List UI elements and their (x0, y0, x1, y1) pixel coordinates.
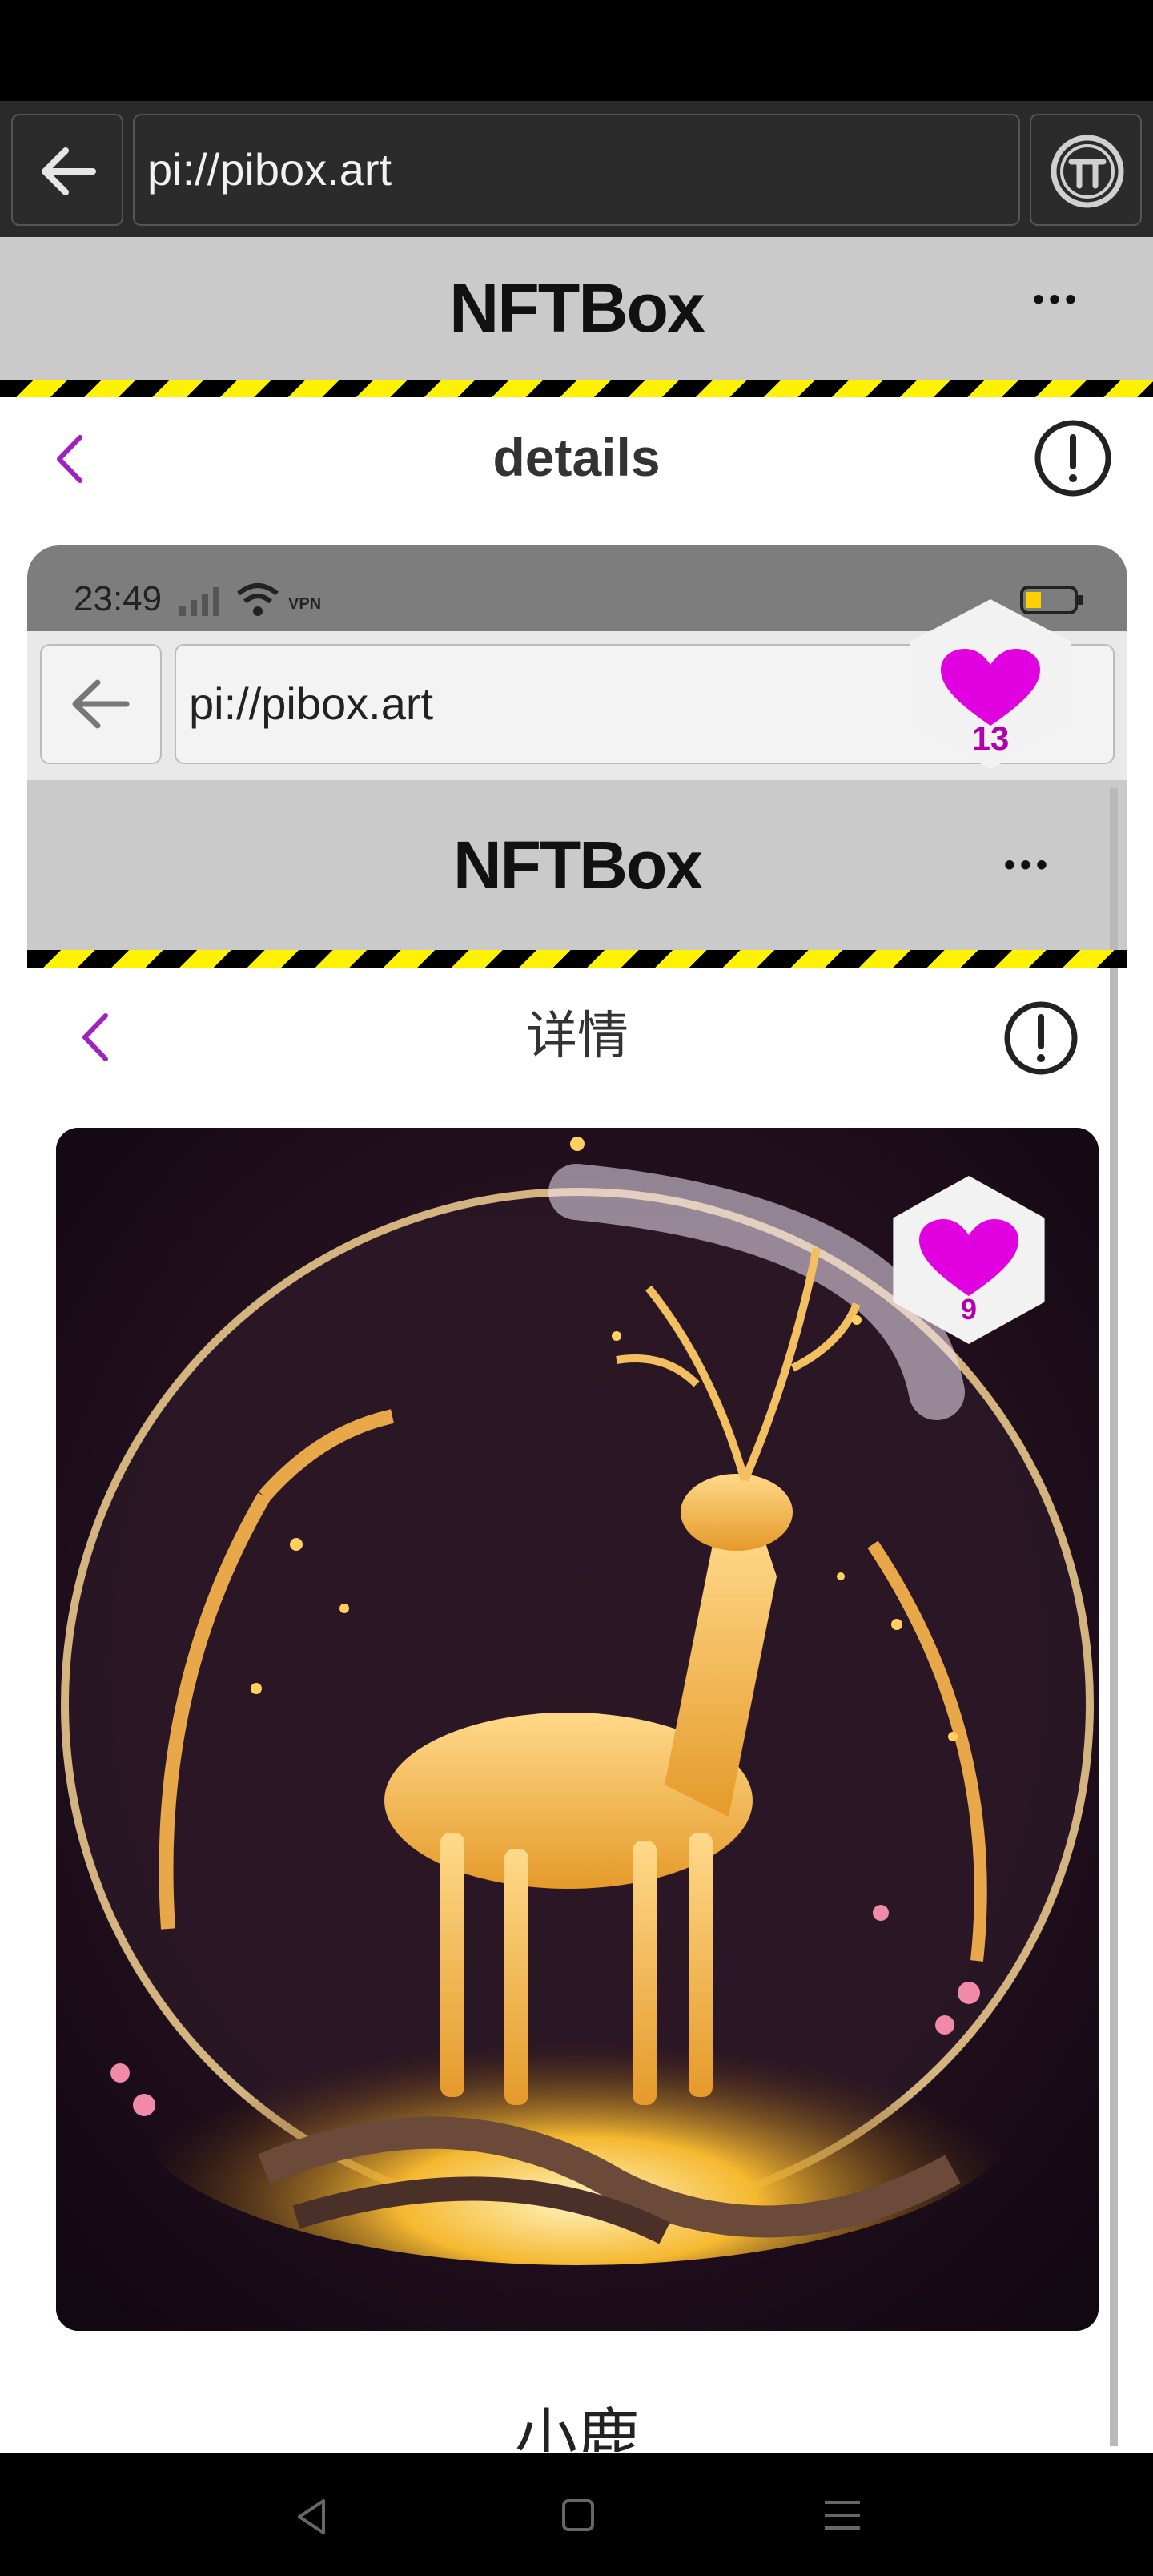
app-header: NFTBox ••• (0, 237, 1153, 380)
inner-app-title: NFTBox (453, 827, 703, 903)
inner-page-header: 详情 (27, 968, 1110, 1104)
heart-icon (919, 1219, 1018, 1296)
info-circle-icon (1004, 1001, 1078, 1075)
nft-name: 小鹿 (514, 2402, 640, 2452)
signal-icon (179, 587, 219, 616)
heart-icon (941, 649, 1040, 726)
inner-url-text: pi://pibox.art (189, 678, 434, 729)
hazard-stripe-divider (0, 380, 1153, 397)
system-nav-bar (0, 2453, 1153, 2576)
app-title: NFTBox (449, 270, 705, 347)
browser-back-button[interactable] (11, 114, 123, 226)
info-circle-icon[interactable] (1033, 418, 1113, 498)
wifi-icon (237, 583, 279, 616)
arrow-left-icon (72, 679, 130, 729)
page-title: details (492, 428, 661, 487)
inner-page-title: 详情 (526, 1007, 629, 1065)
inner-more-menu: ••• (1004, 847, 1053, 883)
more-menu-button[interactable]: ••• (1033, 276, 1081, 324)
arrow-left-icon (42, 147, 96, 195)
browser-url-bar: pi://pibox.art (0, 101, 1153, 237)
nav-menu-icon[interactable] (818, 2491, 866, 2539)
nav-home-icon[interactable] (554, 2491, 602, 2539)
browser-url-field[interactable]: pi://pibox.art (133, 114, 1020, 226)
status-time: 23:49 (74, 579, 163, 618)
nav-back-icon[interactable] (288, 2493, 336, 2541)
page-header: details (0, 397, 1153, 517)
battery-icon (1020, 586, 1083, 614)
pi-browser-button[interactable] (1030, 114, 1142, 226)
inner-hazard-stripe (27, 950, 1127, 968)
inner-back-button[interactable] (40, 644, 162, 764)
inner-app-header: NFTBox ••• (27, 780, 1127, 2446)
vpn-badge: VPN (288, 595, 322, 613)
embedded-screenshot: 23:49 VPN pi://pibox.art NFTBox ••• 详情 9… (27, 545, 1127, 2452)
system-status-bar (0, 0, 1153, 101)
pi-logo-icon (1051, 135, 1124, 208)
